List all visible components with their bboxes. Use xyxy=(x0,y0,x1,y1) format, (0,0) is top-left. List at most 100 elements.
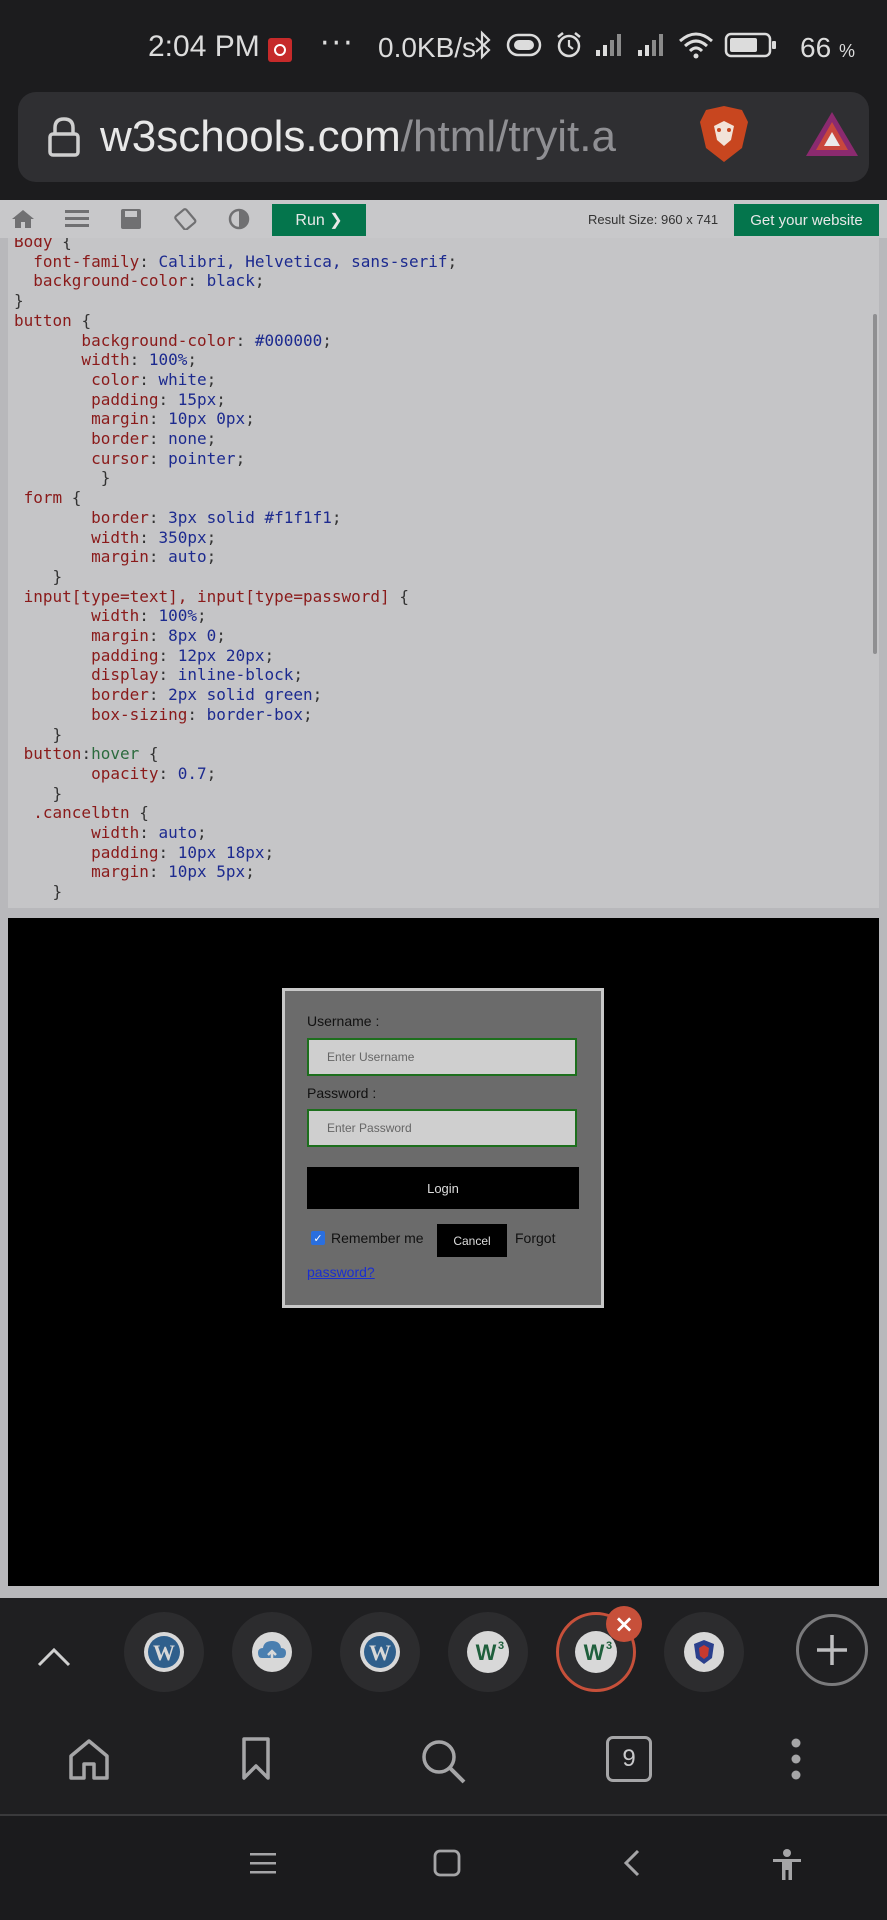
remember-label: Remember me xyxy=(331,1230,424,1246)
username-input[interactable]: Enter Username xyxy=(307,1038,577,1076)
password-label: Password : xyxy=(307,1085,377,1101)
code-line: input[type=text], input[type=password] { xyxy=(14,586,409,606)
login-form: Username : Enter Username Password : Ent… xyxy=(282,988,604,1308)
signal-icon xyxy=(596,34,621,56)
battery-icon xyxy=(724,32,776,58)
vibrate-icon xyxy=(506,33,542,57)
system-nav-bar xyxy=(0,1818,887,1920)
code-line: Body { xyxy=(14,238,72,251)
tab-w3schools-1[interactable]: W3 xyxy=(448,1612,528,1692)
username-label: Username : xyxy=(307,1013,380,1029)
svg-text:W: W xyxy=(153,1640,175,1665)
code-line: margin: 8px 0; xyxy=(14,626,226,645)
menu-icon[interactable] xyxy=(64,208,90,230)
code-line: margin: 10px 5px; xyxy=(14,862,255,882)
tab-count-button[interactable]: 9 xyxy=(606,1736,652,1782)
forgot-password-link[interactable]: password? xyxy=(307,1264,375,1280)
login-button[interactable]: Login xyxy=(307,1167,579,1209)
tryit-editor: Run ❯ Result Size: 960 x 741 Get your we… xyxy=(0,200,887,1598)
run-button[interactable]: Run ❯ xyxy=(272,204,366,236)
code-line: box-sizing: border-box; xyxy=(14,704,313,724)
code-line: color: white; xyxy=(14,369,217,389)
code-line: border: 3px solid #f1f1f1; xyxy=(14,507,342,527)
rotate-icon[interactable] xyxy=(172,208,198,230)
close-tab-icon[interactable]: × xyxy=(606,1606,642,1642)
tab-shield-site[interactable] xyxy=(664,1612,744,1692)
code-line: opacity: 0.7; xyxy=(14,763,217,783)
recents-icon[interactable] xyxy=(248,1848,278,1878)
code-scrollbar-thumb[interactable] xyxy=(873,314,877,654)
svg-text:3: 3 xyxy=(606,1640,612,1652)
cloud-upload-icon xyxy=(252,1632,292,1672)
bat-rewards-icon[interactable] xyxy=(804,110,860,160)
code-line: } xyxy=(14,783,63,803)
home-icon[interactable] xyxy=(66,1736,112,1782)
code-line: } xyxy=(14,468,111,488)
wordpress-icon: W xyxy=(360,1632,400,1672)
browser-header: w3schools.com/html/tryit.a xyxy=(0,92,887,200)
plus-icon xyxy=(817,1635,847,1665)
code-editor[interactable]: Body { font-family: Calibri, Helvetica, … xyxy=(8,238,879,908)
tryit-toolbar: Run ❯ Result Size: 960 x 741 Get your we… xyxy=(0,200,887,238)
status-icons xyxy=(472,30,778,60)
svg-text:W: W xyxy=(584,1640,605,1665)
get-your-website-button[interactable]: Get your website xyxy=(734,204,879,236)
accessibility-icon[interactable] xyxy=(770,1848,804,1882)
cancel-button[interactable]: Cancel xyxy=(437,1224,507,1257)
status-bar: 2:04 PM ··· 0.0KB/s 66 % xyxy=(0,0,887,92)
code-line: padding: 10px 18px; xyxy=(14,842,275,862)
home-icon[interactable] xyxy=(10,208,36,230)
save-icon[interactable] xyxy=(118,208,144,230)
code-line: border: 2px solid green; xyxy=(14,685,323,705)
bluetooth-icon xyxy=(475,30,491,60)
home-nav-icon[interactable] xyxy=(432,1848,462,1878)
code-line: margin: auto; xyxy=(14,547,217,567)
code-line: margin: 10px 0px; xyxy=(14,409,255,429)
code-line: form { xyxy=(14,488,82,508)
code-line: font-family: Calibri, Helvetica, sans-se… xyxy=(14,251,458,271)
password-input[interactable]: Enter Password xyxy=(307,1109,577,1147)
code-line: cursor: pointer; xyxy=(14,448,246,468)
code-line: border: none; xyxy=(14,429,217,448)
back-icon[interactable] xyxy=(620,1848,644,1878)
add-tab-button[interactable] xyxy=(796,1614,868,1686)
network-speed: 0.0KB/s xyxy=(378,32,477,63)
alarm-icon xyxy=(557,32,581,58)
bookmark-icon[interactable] xyxy=(236,1736,276,1782)
wifi-icon xyxy=(679,32,713,59)
code-line: } xyxy=(14,724,63,744)
status-time: 2:04 PM xyxy=(148,30,260,63)
brave-shield-icon[interactable] xyxy=(698,104,750,164)
remember-checkbox[interactable]: ✓ xyxy=(311,1231,325,1245)
result-size: Result Size: 960 x 741 xyxy=(588,212,719,227)
signal-icon xyxy=(638,34,663,56)
svg-text:3: 3 xyxy=(498,1640,504,1652)
tab-wordpress-1[interactable]: W xyxy=(124,1612,204,1692)
code-scrollbar[interactable] xyxy=(873,238,879,908)
code-line: background-color: black; xyxy=(14,271,265,291)
code-line: button { xyxy=(14,310,92,330)
code-line: } xyxy=(14,291,24,311)
tab-wordpress-2[interactable]: W xyxy=(340,1612,420,1692)
code-line: padding: 12px 20px; xyxy=(14,645,275,665)
code-line: button:hover { xyxy=(14,744,159,764)
code-line: .cancelbtn { xyxy=(14,803,149,823)
code-line: } xyxy=(14,882,63,902)
recording-icon xyxy=(268,38,292,62)
contrast-icon[interactable] xyxy=(226,208,252,230)
battery-percent: 66 % xyxy=(800,32,855,63)
tab-strip: W W W3 W3 × xyxy=(0,1598,887,1708)
chevron-up-icon[interactable] xyxy=(36,1646,72,1668)
more-menu-icon[interactable] xyxy=(786,1736,806,1782)
search-icon[interactable] xyxy=(418,1736,468,1786)
code-line: } xyxy=(14,566,63,586)
result-pane: Username : Enter Username Password : Ent… xyxy=(8,918,879,1586)
browser-bottom-bar: 9 xyxy=(0,1708,887,1816)
code-line: width: 350px; xyxy=(14,527,217,547)
address-bar[interactable]: w3schools.com/html/tryit.a xyxy=(18,92,869,182)
w3schools-icon: W3 xyxy=(467,1631,509,1673)
svg-text:W: W xyxy=(369,1640,391,1665)
shield-icon xyxy=(684,1632,724,1672)
more-notifications-icon: ··· xyxy=(320,26,355,61)
tab-cloud-upload[interactable] xyxy=(232,1612,312,1692)
